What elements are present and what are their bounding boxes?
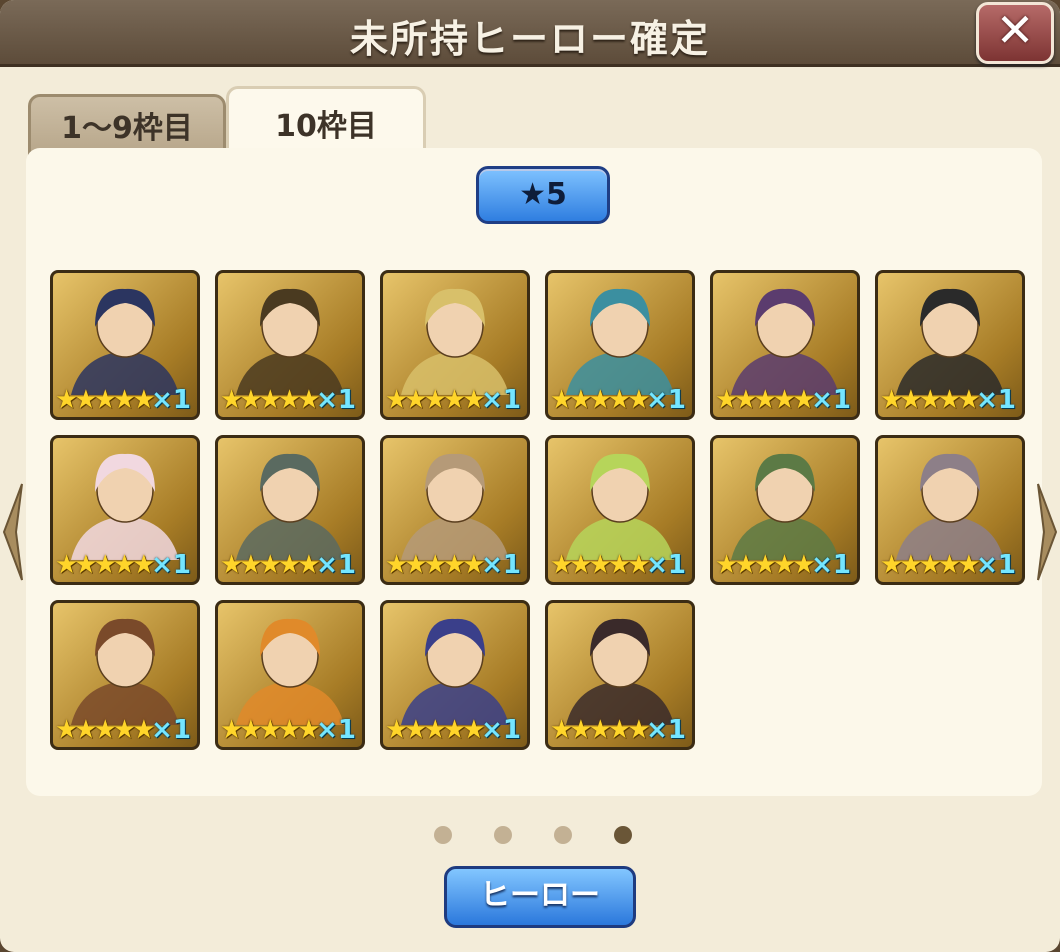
page-dot[interactable] (614, 826, 632, 844)
prev-page-arrow-icon[interactable] (0, 482, 24, 582)
hero-card[interactable]: ★★★★★ ×1 (710, 435, 860, 585)
hero-card[interactable]: ★★★★★ ×1 (215, 270, 365, 420)
hero-count: ×1 (646, 550, 686, 580)
hero-rarity-stars: ★★★★★ (385, 715, 486, 745)
hero-count: ×1 (481, 550, 521, 580)
hero-rarity-stars: ★★★★★ (550, 385, 651, 415)
hero-rarity-stars: ★★★★★ (385, 385, 486, 415)
hero-count: ×1 (151, 550, 191, 580)
hero-rarity-stars: ★★★★★ (550, 715, 651, 745)
page-indicator (434, 826, 634, 846)
hero-count: ×1 (976, 385, 1016, 415)
hero-card[interactable]: ★★★★★ ×1 (875, 435, 1025, 585)
page-dot[interactable] (554, 826, 572, 844)
twin-tail-girl-hero-icon (566, 288, 674, 395)
tiger-beast-hero-icon (236, 618, 344, 725)
hero-count: ×1 (151, 385, 191, 415)
hero-count: ×1 (316, 715, 356, 745)
cat-girl-hero-icon (71, 288, 179, 395)
sheep-hood-girl-hero-icon (71, 453, 179, 560)
hooded-youth-hero-icon (896, 288, 1004, 395)
demon-beast-hero-icon (731, 288, 839, 395)
hero-card[interactable]: ★★★★★ ×1 (710, 270, 860, 420)
tab-slot-10[interactable]: 10枠目 (226, 86, 426, 157)
page-dot[interactable] (494, 826, 512, 844)
hero-card[interactable]: ★★★★★ ×1 (545, 600, 695, 750)
hero-count: ×1 (811, 385, 851, 415)
frog-pilot-hero-icon (401, 618, 509, 725)
hero-count: ×1 (646, 715, 686, 745)
rarity-filter-button[interactable]: ★5 (476, 166, 610, 224)
tribal-man-hero-icon (71, 618, 179, 725)
hero-card[interactable]: ★★★★★ ×1 (215, 600, 365, 750)
hero-count: ×1 (811, 550, 851, 580)
bandaged-elf-hero-icon (401, 453, 509, 560)
hero-count: ×1 (316, 385, 356, 415)
hero-rarity-stars: ★★★★★ (715, 550, 816, 580)
hero-card[interactable]: ★★★★★ ×1 (545, 435, 695, 585)
tab-slots-1-9[interactable]: 1～9枠目 (28, 94, 226, 155)
hero-count: ×1 (976, 550, 1016, 580)
green-orc-woman-hero-icon (731, 453, 839, 560)
hero-count: ×1 (481, 715, 521, 745)
hero-count: ×1 (646, 385, 686, 415)
hero-confirm-dialog: 未所持ヒーロー確定 ✕ 1～9枠目 10枠目 ★5 ★★★★★ ×1 ★★★★★ ×1… (0, 0, 1060, 952)
close-icon: ✕ (995, 3, 1035, 57)
hero-rarity-stars: ★★★★★ (220, 715, 321, 745)
hero-card[interactable]: ★★★★★ ×1 (875, 270, 1025, 420)
hero-rarity-stars: ★★★★★ (880, 550, 981, 580)
hero-rarity-stars: ★★★★★ (220, 385, 321, 415)
hero-count: ×1 (481, 385, 521, 415)
hero-rarity-stars: ★★★★★ (220, 550, 321, 580)
glasses-girl-hero-icon (566, 618, 674, 725)
silver-hair-warrior-hero-icon (236, 453, 344, 560)
hero-card[interactable]: ★★★★★ ×1 (380, 435, 530, 585)
hero-card[interactable]: ★★★★★ ×1 (545, 270, 695, 420)
hero-rarity-stars: ★★★★★ (55, 715, 156, 745)
sprout-girl-hero-icon (566, 453, 674, 560)
hero-rarity-stars: ★★★★★ (385, 550, 486, 580)
close-button[interactable]: ✕ (976, 2, 1054, 64)
page-dot[interactable] (434, 826, 452, 844)
hero-rarity-stars: ★★★★★ (550, 550, 651, 580)
hero-card[interactable]: ★★★★★ ×1 (50, 600, 200, 750)
hero-rarity-stars: ★★★★★ (55, 550, 156, 580)
hero-card[interactable]: ★★★★★ ×1 (215, 435, 365, 585)
hero-rarity-stars: ★★★★★ (55, 385, 156, 415)
hero-card[interactable]: ★★★★★ ×1 (380, 270, 530, 420)
bearded-noble-hero-icon (236, 288, 344, 395)
hero-rarity-stars: ★★★★★ (880, 385, 981, 415)
next-page-arrow-icon[interactable] (1036, 482, 1060, 582)
dialog-title: 未所持ヒーロー確定 (349, 17, 710, 61)
hero-card[interactable]: ★★★★★ ×1 (50, 435, 200, 585)
elf-woman-hero-icon (401, 288, 509, 395)
title-bar: 未所持ヒーロー確定 (0, 0, 1060, 67)
hero-count: ×1 (316, 550, 356, 580)
hero-card[interactable]: ★★★★★ ×1 (380, 600, 530, 750)
hero-count: ×1 (151, 715, 191, 745)
hero-rarity-stars: ★★★★★ (715, 385, 816, 415)
doll-girl-hero-icon (896, 453, 1004, 560)
hero-card[interactable]: ★★★★★ ×1 (50, 270, 200, 420)
hero-button[interactable]: ヒーロー (444, 866, 636, 928)
